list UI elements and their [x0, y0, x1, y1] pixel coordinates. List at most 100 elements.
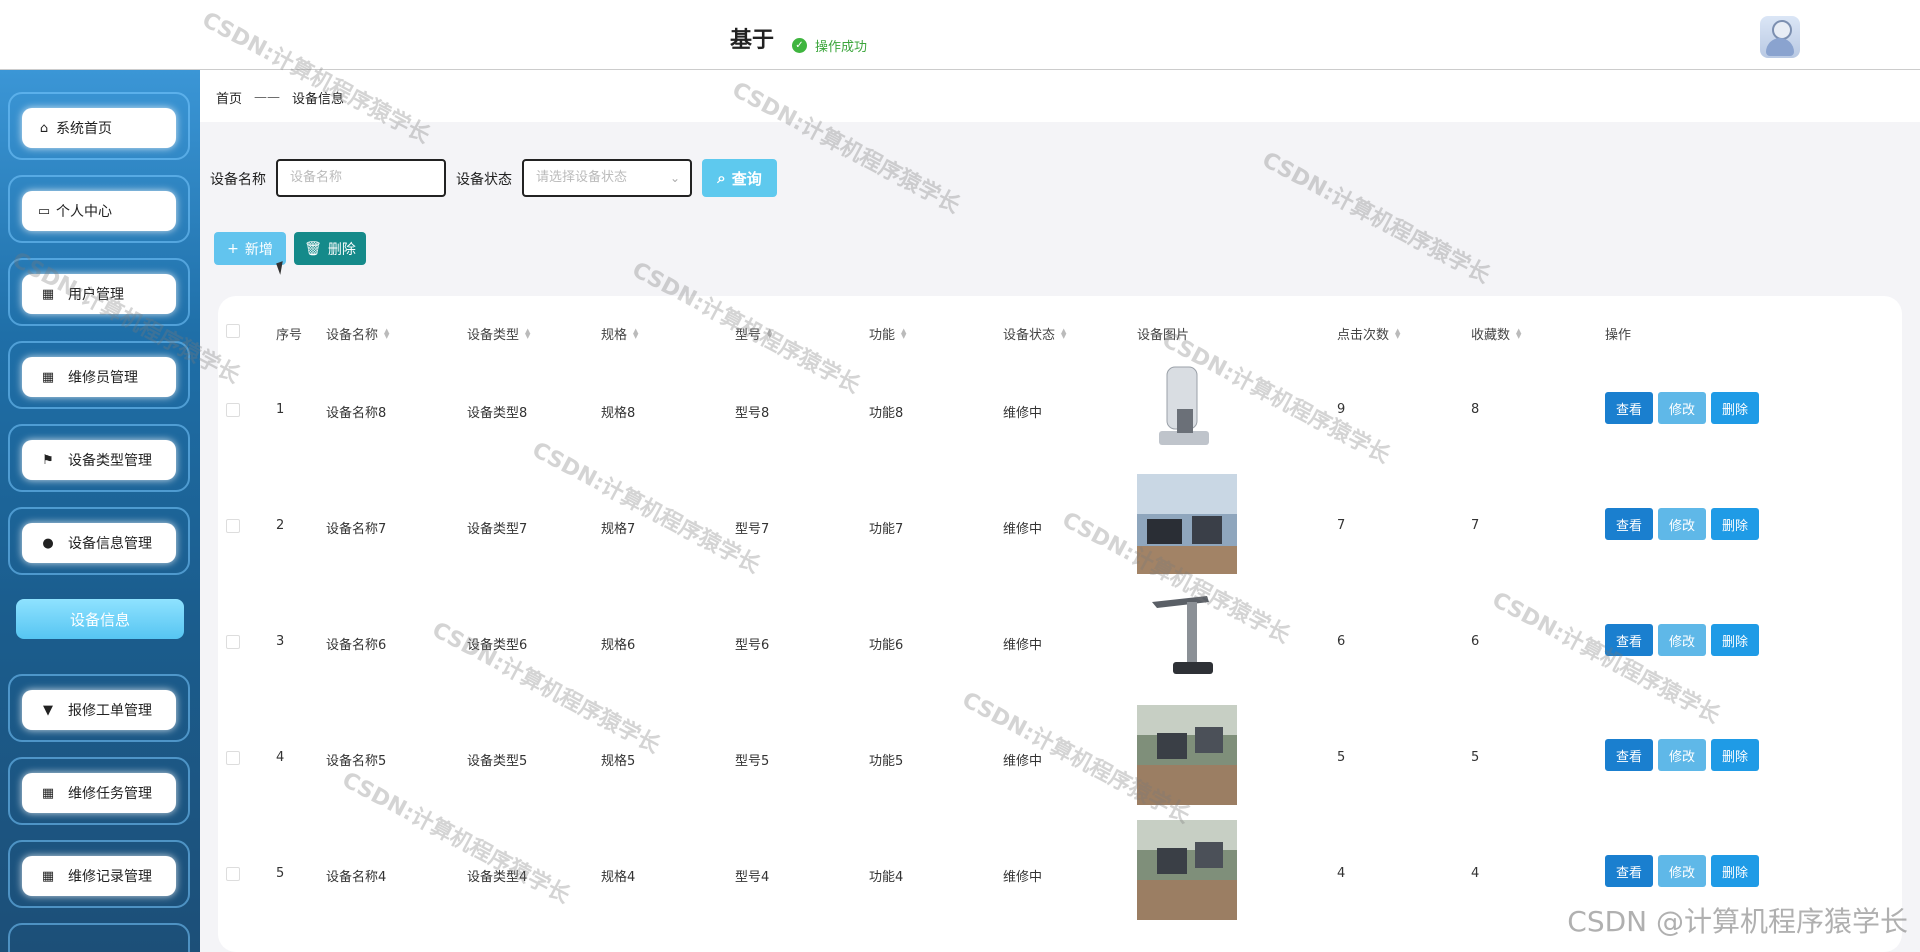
batch-delete-button[interactable]: 🗑 删除	[294, 232, 366, 265]
row-checkbox[interactable]	[226, 751, 240, 765]
sidebar-item-repairers[interactable]: ▦ 维修员管理	[8, 341, 190, 409]
cell-spec: 规格8	[601, 406, 636, 421]
cell-clicks: 4	[1337, 866, 1346, 881]
device-status-select[interactable]: 请选择设备状态 ⌄	[522, 159, 692, 197]
sidebar-item-records[interactable]: ▦ 维修记录管理	[8, 840, 190, 908]
name-filter-label: 设备名称	[210, 172, 266, 188]
flag-icon: ⚑	[42, 452, 54, 468]
view-button[interactable]: 查看	[1605, 739, 1653, 771]
cell-status: 维修中	[1003, 522, 1043, 537]
edit-button[interactable]: 修改	[1658, 508, 1706, 540]
header-text: 设备名称	[326, 328, 379, 343]
col-header-clicks[interactable]: 点击次数 ▲ ▼	[1337, 324, 1400, 343]
cell-status: 维修中	[1003, 754, 1043, 769]
header-text: 序号	[276, 328, 303, 343]
sidebar-button-home[interactable]: ⌂ 系统首页	[22, 108, 176, 148]
sidebar-item-label: 维修记录管理	[68, 869, 152, 885]
view-button[interactable]: 查看	[1605, 624, 1653, 656]
toast-message: 操作成功	[815, 40, 868, 55]
sidebar-item-users[interactable]: ▦ 用户管理	[8, 258, 190, 326]
sidebar-item-device-types[interactable]: ⚑ 设备类型管理	[8, 424, 190, 492]
col-header-function[interactable]: 功能 ▲ ▼	[869, 324, 906, 343]
view-button[interactable]: 查看	[1605, 508, 1653, 540]
col-header-favs[interactable]: 收藏数 ▲ ▼	[1471, 324, 1521, 343]
cell-name: 设备名称6	[326, 638, 387, 653]
delete-button[interactable]: 删除	[1711, 392, 1759, 424]
sort-icon[interactable]: ▲ ▼	[633, 327, 638, 339]
sidebar-button-repairers[interactable]: ▦ 维修员管理	[22, 357, 176, 397]
view-button[interactable]: 查看	[1605, 392, 1653, 424]
col-header-status[interactable]: 设备状态 ▲ ▼	[1003, 324, 1066, 343]
edit-button[interactable]: 修改	[1658, 624, 1706, 656]
sort-icon[interactable]: ▲ ▼	[1395, 327, 1400, 339]
sidebar-item-work-orders[interactable]: ▼ 报修工单管理	[8, 674, 190, 742]
row-checkbox[interactable]	[226, 519, 240, 533]
device-name-input[interactable]: 设备名称	[276, 159, 446, 197]
user-icon: ●	[42, 535, 54, 551]
sort-icon[interactable]: ▲ ▼	[901, 327, 906, 339]
cell-no: 4	[276, 750, 285, 765]
sidebar-button-profile[interactable]: ▭ 个人中心	[22, 191, 176, 231]
query-button[interactable]: ⌕ 查询	[702, 159, 777, 197]
header-text: 功能	[869, 328, 896, 343]
sidebar-button-device-info[interactable]: ● 设备信息管理	[22, 523, 176, 563]
status-placeholder: 请选择设备状态	[536, 170, 628, 185]
sidebar-button-tasks[interactable]: ▦ 维修任务管理	[22, 773, 176, 813]
chevron-down-icon: ⌄	[669, 171, 680, 185]
sort-icon[interactable]: ▲ ▼	[384, 327, 389, 339]
col-header-name[interactable]: 设备名称 ▲ ▼	[326, 324, 389, 343]
cell-name: 设备名称8	[326, 406, 387, 421]
row-checkbox[interactable]	[226, 867, 240, 881]
device-image[interactable]	[1137, 474, 1237, 574]
device-image[interactable]	[1137, 820, 1237, 920]
header-text: 收藏数	[1471, 328, 1511, 343]
sidebar-button-users[interactable]: ▦ 用户管理	[22, 274, 176, 314]
select-all-checkbox[interactable]	[226, 324, 240, 338]
sidebar-item-profile[interactable]: ▭ 个人中心	[8, 175, 190, 243]
row-checkbox[interactable]	[226, 635, 240, 649]
delete-button[interactable]: 删除	[1711, 739, 1759, 771]
device-image[interactable]	[1137, 359, 1237, 459]
grid-icon: ▦	[41, 369, 55, 385]
sidebar-item-home[interactable]: ⌂ 系统首页	[8, 92, 190, 160]
sort-icon[interactable]: ▲ ▼	[525, 327, 530, 339]
sort-icon[interactable]: ▲ ▼	[767, 327, 772, 339]
col-header-model[interactable]: 型号 ▲ ▼	[735, 324, 772, 343]
sidebar-button-device-types[interactable]: ⚑ 设备类型管理	[22, 440, 176, 480]
row-checkbox[interactable]	[226, 403, 240, 417]
sidebar-item-label: 设备类型管理	[68, 453, 152, 469]
col-header-no: 序号	[276, 324, 302, 343]
col-header-type[interactable]: 设备类型 ▲ ▼	[467, 324, 530, 343]
sidebar-item-more[interactable]	[8, 923, 190, 952]
edit-button[interactable]: 修改	[1658, 739, 1706, 771]
sidebar-item-label: 设备信息管理	[68, 536, 152, 552]
avatar[interactable]	[1760, 16, 1800, 58]
add-button[interactable]: + 新增	[214, 232, 286, 265]
header-text: 设备类型	[467, 328, 520, 343]
device-image[interactable]	[1137, 705, 1237, 805]
delete-button[interactable]: 删除	[1711, 624, 1759, 656]
cell-model: 型号6	[735, 638, 770, 653]
cell-clicks: 9	[1337, 402, 1346, 417]
edit-button[interactable]: 修改	[1658, 392, 1706, 424]
delete-button[interactable]: 删除	[1711, 855, 1759, 887]
view-button[interactable]: 查看	[1605, 855, 1653, 887]
sidebar-item-label: 个人中心	[56, 204, 112, 220]
breadcrumb-separator: ——	[254, 90, 281, 105]
breadcrumb-home[interactable]: 首页	[216, 88, 242, 107]
sidebar-item-tasks[interactable]: ▦ 维修任务管理	[8, 757, 190, 825]
header-text: 设备状态	[1003, 328, 1056, 343]
sidebar-item-device-info[interactable]: ● 设备信息管理	[8, 507, 190, 575]
sidebar-subitem-device-info[interactable]: 设备信息	[16, 599, 184, 639]
edit-button[interactable]: 修改	[1658, 855, 1706, 887]
home-icon: ⌂	[39, 120, 49, 136]
delete-button[interactable]: 删除	[1711, 508, 1759, 540]
cell-spec: 规格4	[601, 870, 636, 885]
device-image[interactable]	[1137, 590, 1237, 690]
col-header-spec[interactable]: 规格 ▲ ▼	[601, 324, 638, 343]
sort-icon[interactable]: ▲ ▼	[1061, 327, 1066, 339]
sidebar-button-records[interactable]: ▦ 维修记录管理	[22, 856, 176, 896]
cell-no: 1	[276, 402, 285, 417]
sidebar-button-work-orders[interactable]: ▼ 报修工单管理	[22, 690, 176, 730]
sort-icon[interactable]: ▲ ▼	[1516, 327, 1521, 339]
